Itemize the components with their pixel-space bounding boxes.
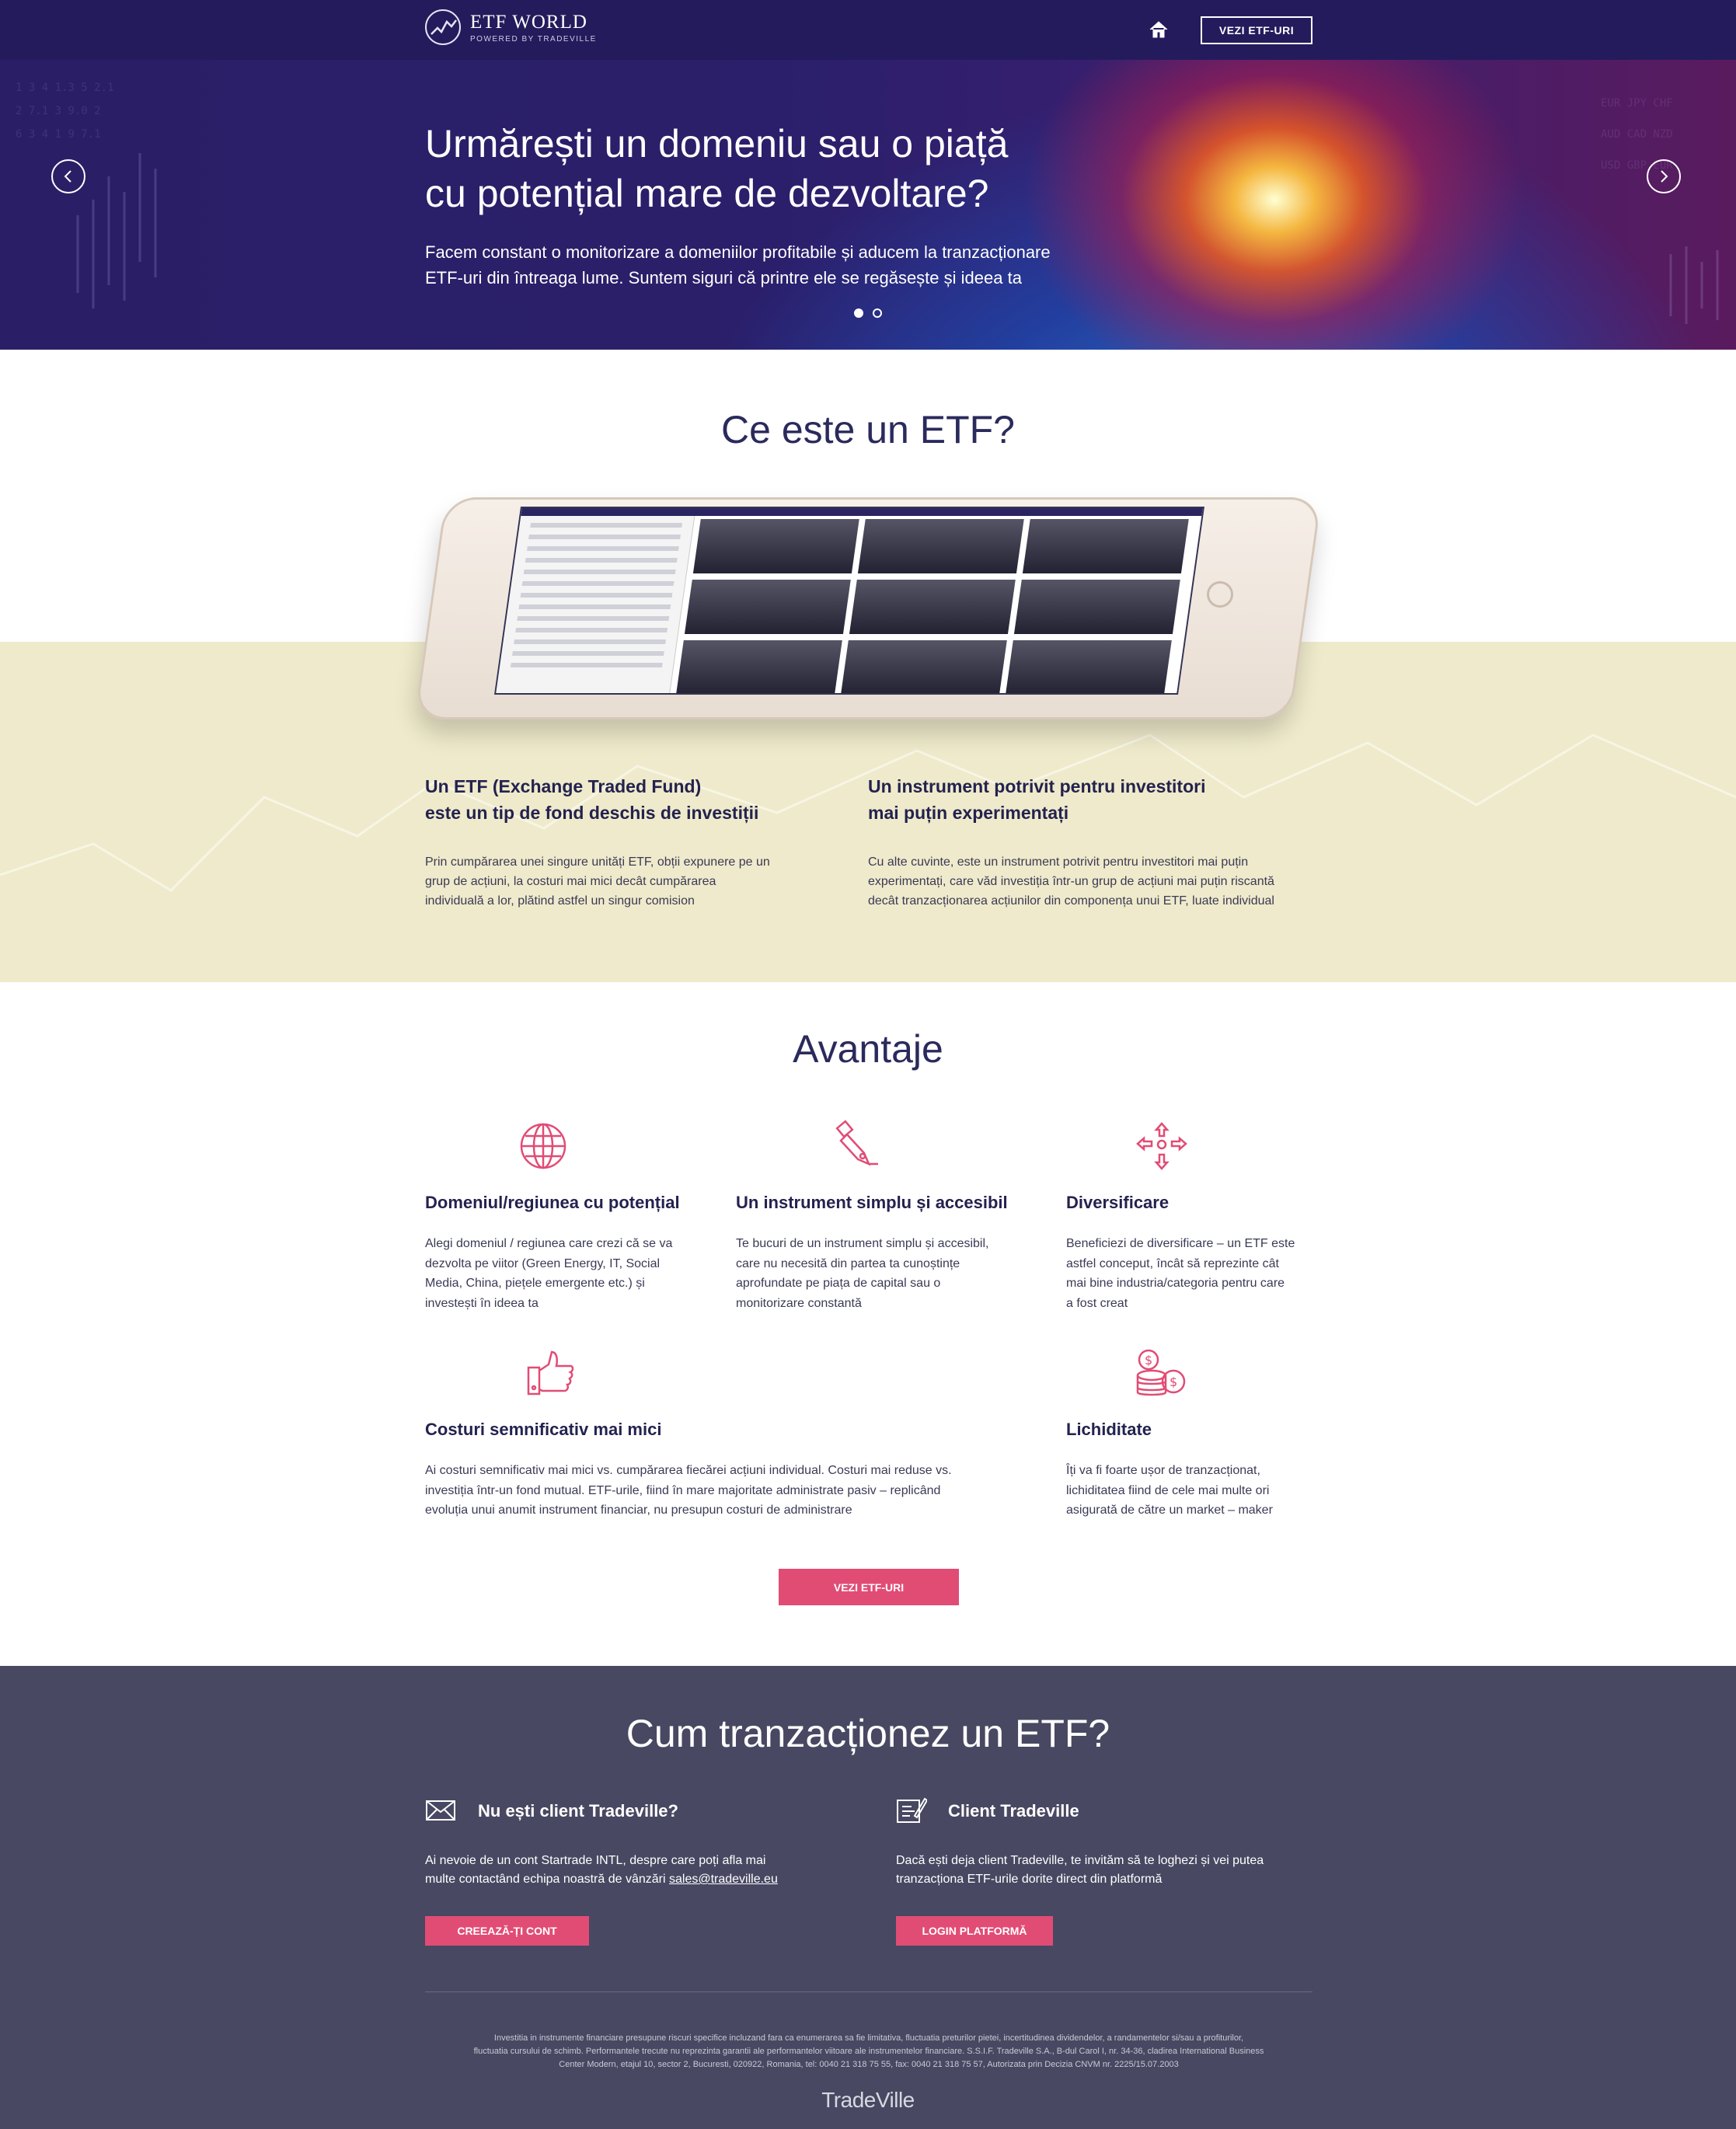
hero-description: Facem constant o monitorizare a domeniil…	[425, 242, 1051, 287]
advantage-text-diversification: Beneficiezi de diversificare – un ETF es…	[1066, 1237, 1295, 1310]
pen-nib-icon	[831, 1119, 883, 1170]
hero-slider: 1 3 4 1.3 5 2.1 2 7.1 3 9.0 2 6 3 4 1 9 7.…	[0, 60, 1736, 350]
home-icon[interactable]	[1148, 19, 1170, 40]
what-is-etf-title: Ce este un ETF?	[721, 408, 1015, 451]
tablet-mockup-image	[413, 497, 1323, 720]
advantages-title: Avantaje	[793, 1027, 943, 1071]
top-navbar: ETF WORLD POWERED BY TRADEVILLE VEZI ETF…	[0, 0, 1736, 60]
thumbs-up-icon	[525, 1347, 577, 1399]
tradeville-footer-logo[interactable]: TradeVille	[0, 2088, 1736, 2113]
advantage-text-costs: Ai costuri semnificativ mai mici vs. cum…	[425, 1464, 952, 1517]
svg-text:6 3 4 1 9 7.1: 6 3 4 1 9 7.1	[16, 128, 101, 141]
etf-world-logo[interactable]: ETF WORLD POWERED BY TRADEVILLE	[425, 9, 597, 45]
hero-prev-button[interactable]	[51, 159, 85, 193]
advantage-title-region: Domeniul/regiunea cu potențial	[425, 1193, 680, 1212]
globe-icon	[518, 1120, 569, 1172]
view-etfs-cta-button[interactable]: VEZI ETF-URI	[779, 1569, 959, 1605]
diversify-arrows-icon	[1135, 1120, 1187, 1172]
not-client-text: Ai nevoie de un cont Startrade INTL, des…	[425, 1854, 778, 1886]
sales-email-link[interactable]: sales@tradeville.eu	[669, 1873, 778, 1886]
hero-pagination	[854, 308, 882, 318]
login-platform-button[interactable]: LOGIN PLATFORMĂ	[896, 1916, 1053, 1946]
chevron-right-icon	[1661, 170, 1668, 183]
hero-dot-1[interactable]	[854, 308, 863, 318]
svg-text:2 7.1 3 9.0 2: 2 7.1 3 9.0 2	[16, 105, 101, 117]
chevron-left-icon	[64, 170, 71, 183]
beginner-investors-heading: Un instrument potrivit pentru investitor…	[868, 776, 1206, 823]
svg-text:EUR JPY CHF: EUR JPY CHF	[1601, 97, 1673, 110]
envelope-icon	[425, 1799, 456, 1825]
etf-definition-heading: Un ETF (Exchange Traded Fund) este un ti…	[425, 776, 759, 823]
not-client-title: Nu ești client Tradeville?	[478, 1801, 678, 1821]
view-etfs-nav-button[interactable]: VEZI ETF-URI	[1201, 16, 1312, 44]
svg-text:$: $	[1170, 1375, 1177, 1389]
advantage-title-simple: Un instrument simplu și accesibil	[736, 1193, 1008, 1212]
svg-text:1 3 4 1.3 5 2.1: 1 3 4 1.3 5 2.1	[16, 82, 113, 94]
advantage-text-region: Alegi domeniul / regiunea care crezi că …	[425, 1237, 673, 1310]
client-text: Dacă ești deja client Tradeville, te inv…	[896, 1854, 1264, 1886]
legal-disclaimer: Investitia in instrumente financiare pre…	[473, 2033, 1264, 2069]
advantage-title-diversification: Diversificare	[1066, 1193, 1170, 1212]
hero-next-button[interactable]	[1647, 159, 1681, 193]
beginner-investors-text: Cu alte cuvinte, este un instrument potr…	[868, 855, 1274, 908]
svg-text:AUD CAD NZD: AUD CAD NZD	[1601, 128, 1673, 141]
hero-heading: Urmărești un domeniu sau o piață cu pote…	[425, 122, 1009, 215]
coins-icon: $ $	[1133, 1347, 1186, 1399]
advantage-text-simple: Te bucuri de un instrument simplu și acc…	[736, 1237, 989, 1310]
hero-dot-2[interactable]	[873, 308, 882, 318]
how-to-trade-title: Cum tranzacționez un ETF?	[626, 1712, 1110, 1755]
footer-divider	[425, 1991, 1312, 1992]
logo-subtitle: POWERED BY TRADEVILLE	[470, 34, 597, 44]
create-account-button[interactable]: CREEAZĂ-ȚI CONT	[425, 1916, 589, 1946]
etf-definition-text: Prin cumpărarea unei singure unități ETF…	[425, 855, 770, 908]
client-title: Client Tradeville	[948, 1801, 1079, 1821]
globe-chart-logo-icon	[425, 9, 461, 45]
svg-text:$: $	[1145, 1353, 1152, 1368]
logo-title: ETF WORLD	[470, 11, 587, 33]
advantage-title-costs: Costuri semnificativ mai mici	[425, 1420, 662, 1439]
document-sign-icon	[896, 1796, 929, 1823]
advantage-text-liquidity: Îți va fi foarte ușor de tranzacționat, l…	[1066, 1464, 1273, 1517]
advantage-title-liquidity: Lichiditate	[1066, 1420, 1152, 1439]
